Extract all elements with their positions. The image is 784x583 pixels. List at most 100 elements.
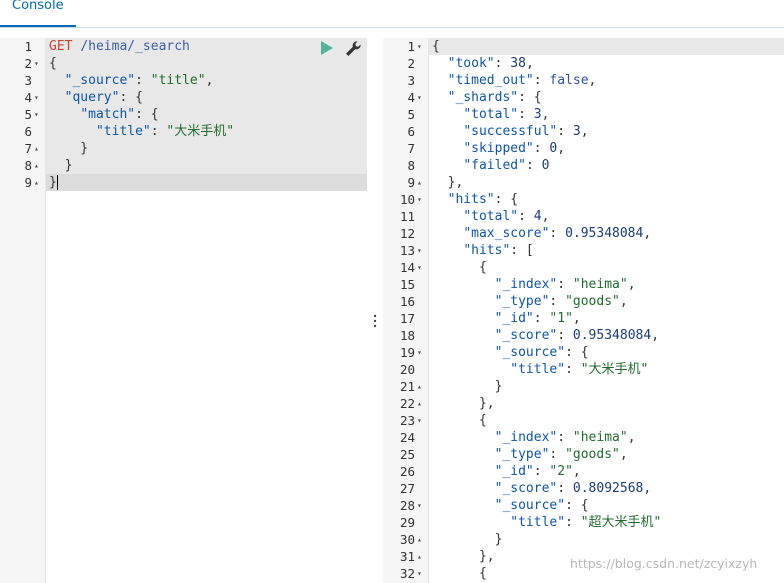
code-line[interactable]: "_type": "goods", xyxy=(432,293,628,310)
code-token: : xyxy=(533,73,550,88)
code-token: "successful" xyxy=(463,124,558,139)
code-token: 3 xyxy=(572,124,581,139)
code-line[interactable]: }, xyxy=(432,174,464,191)
code-line[interactable]: "query": { xyxy=(49,89,143,106)
request-editor[interactable]: 1 GET /heima/_search 2 ▾{3 "_source": "titl… xyxy=(0,38,367,583)
code-token: "match" xyxy=(80,107,136,122)
fold-end-icon[interactable]: ▴ xyxy=(34,157,44,174)
code-line[interactable]: "skipped": 0, xyxy=(432,140,565,157)
line-number: 21 xyxy=(399,379,415,394)
code-token: "query" xyxy=(64,90,120,105)
fold-toggle-icon[interactable]: ▾ xyxy=(417,565,427,582)
code-token: }, xyxy=(432,396,495,411)
code-line[interactable]: { xyxy=(432,38,440,55)
code-token: : xyxy=(557,430,573,445)
code-line[interactable]: { xyxy=(432,259,487,276)
code-token: } xyxy=(49,141,89,156)
code-line[interactable]: "_index": "heima", xyxy=(432,276,636,293)
code-line[interactable]: "match": { xyxy=(49,106,158,123)
fold-toggle-icon[interactable]: ▾ xyxy=(417,242,427,259)
code-line[interactable]: "failed": 0 xyxy=(432,157,549,174)
fold-end-icon[interactable]: ▴ xyxy=(417,378,427,395)
code-token: : xyxy=(565,362,581,377)
code-token: 0 xyxy=(541,158,550,173)
pane-splitter[interactable] xyxy=(367,38,383,583)
code-line[interactable]: "hits": { xyxy=(432,191,518,208)
fold-toggle-icon[interactable]: ▾ xyxy=(417,344,427,361)
fold-toggle-icon[interactable]: ▾ xyxy=(417,259,427,276)
code-line[interactable]: "_score": 0.95348084, xyxy=(432,327,659,344)
fold-toggle-icon[interactable]: ▾ xyxy=(34,55,44,72)
line-number: 8 xyxy=(24,158,32,173)
response-viewer[interactable]: 1 ▾{2 "took": 38, 3 "timed_out": false, 4 ▾ … xyxy=(383,38,784,583)
code-token: }, xyxy=(432,175,464,190)
code-line[interactable]: }, xyxy=(432,548,495,565)
text-caret xyxy=(57,175,58,190)
code-line[interactable]: { xyxy=(432,412,487,429)
fold-end-icon[interactable]: ▴ xyxy=(417,548,427,565)
code-line[interactable]: { xyxy=(432,565,487,582)
code-line[interactable]: { xyxy=(49,55,57,72)
code-line[interactable]: "total": 4, xyxy=(432,208,549,225)
request-empty-area[interactable] xyxy=(46,191,367,583)
fold-end-icon[interactable]: ▴ xyxy=(417,531,427,548)
fold-toggle-icon[interactable]: ▾ xyxy=(34,89,44,106)
line-number: 15 xyxy=(399,277,415,292)
fold-toggle-icon[interactable]: ▾ xyxy=(417,497,427,514)
code-line[interactable]: "title": "超大米手机" xyxy=(432,514,661,531)
code-token: "超大米手机" xyxy=(580,515,662,530)
code-line[interactable]: "_source": { xyxy=(432,497,589,514)
code-line[interactable]: "_score": 0.8092568, xyxy=(432,480,652,497)
code-line[interactable]: "hits": [ xyxy=(432,242,534,259)
code-token: } xyxy=(49,158,73,173)
code-line[interactable]: "_id": "2", xyxy=(432,463,581,480)
fold-toggle-icon[interactable]: ▾ xyxy=(417,412,427,429)
line-number: 16 xyxy=(399,294,415,309)
code-line[interactable]: } xyxy=(49,174,57,191)
code-line[interactable]: "_id": "1", xyxy=(432,310,581,327)
fold-toggle-icon[interactable]: ▾ xyxy=(417,89,427,106)
code-line[interactable]: } xyxy=(49,140,88,157)
fold-toggle-icon[interactable]: ▾ xyxy=(34,106,44,123)
code-token: } xyxy=(432,532,503,547)
tab-console[interactable]: Console xyxy=(0,0,76,27)
code-line[interactable]: "_type": "goods", xyxy=(432,446,628,463)
code-line[interactable]: "_source": { xyxy=(432,344,589,361)
run-request-icon[interactable] xyxy=(320,40,334,56)
fold-toggle-icon[interactable]: ▾ xyxy=(417,191,427,208)
code-token: : xyxy=(150,124,167,139)
code-line[interactable]: } xyxy=(432,531,503,548)
code-line[interactable]: "max_score": 0.95348084, xyxy=(432,225,651,242)
code-line[interactable]: "_shards": { xyxy=(432,89,542,106)
line-number: 4 xyxy=(24,90,32,105)
code-token: , xyxy=(580,124,589,139)
code-line[interactable]: "total": 3, xyxy=(432,106,549,123)
code-token: , xyxy=(619,294,628,309)
code-line[interactable]: "_source": "title", xyxy=(49,72,214,89)
code-token: 38 xyxy=(510,56,526,71)
line-number: 13 xyxy=(399,243,415,258)
code-line[interactable]: "title": "大米手机" xyxy=(49,123,234,140)
code-line[interactable]: "took": 38, xyxy=(432,55,534,72)
code-token: "max_score" xyxy=(463,226,550,241)
fold-end-icon[interactable]: ▴ xyxy=(34,140,44,157)
drag-handle-icon[interactable] xyxy=(373,314,377,328)
code-line[interactable]: "successful": 3, xyxy=(432,123,589,140)
fold-end-icon[interactable]: ▴ xyxy=(34,174,44,191)
fold-end-icon[interactable]: ▴ xyxy=(417,395,427,412)
code-line[interactable]: "timed_out": false, xyxy=(432,72,597,89)
code-line[interactable]: "title": "大米手机" xyxy=(432,361,648,378)
fold-toggle-icon[interactable]: ▾ xyxy=(417,38,427,55)
code-line[interactable]: } xyxy=(432,378,503,395)
line-number: 30 xyxy=(399,532,415,547)
code-line[interactable]: GET /heima/_search xyxy=(49,38,190,55)
code-token: : [ xyxy=(510,243,534,258)
code-line[interactable]: } xyxy=(49,157,73,174)
code-line[interactable]: "_index": "heima", xyxy=(432,429,636,446)
code-line[interactable]: }, xyxy=(432,395,495,412)
code-token: "_source" xyxy=(494,345,566,360)
fold-end-icon[interactable]: ▴ xyxy=(417,174,427,191)
wrench-icon[interactable] xyxy=(344,40,362,58)
